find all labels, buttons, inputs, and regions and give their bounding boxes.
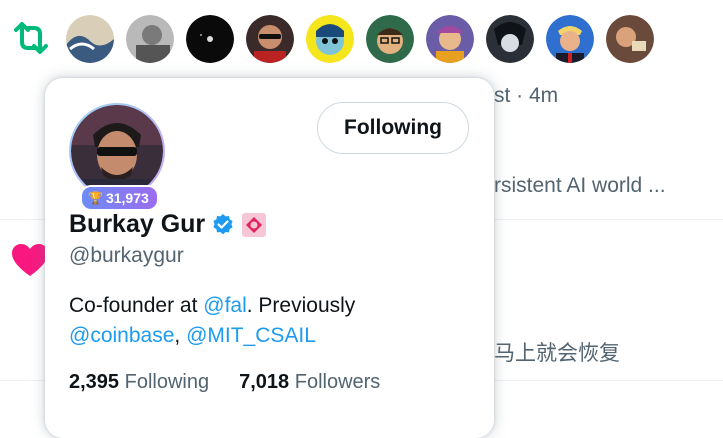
avatar[interactable] [126, 15, 174, 63]
post-text-snippet: rsistent AI world ... [494, 174, 666, 197]
profile-bio: Co-founder at @fal. Previously @coinbase,… [69, 291, 469, 351]
avatar[interactable] [186, 15, 234, 63]
post-timestamp: st · 4m [494, 84, 559, 107]
mention-link[interactable]: @coinbase [69, 324, 174, 347]
verified-badge-icon [213, 213, 233, 234]
following-count: 2,395 [69, 371, 120, 393]
avatar[interactable] [246, 15, 294, 63]
profile-photo [71, 105, 163, 197]
avatar[interactable] [546, 15, 594, 63]
username[interactable]: @burkaygur [69, 244, 184, 268]
reposter-avatars [66, 15, 654, 63]
followers-stat[interactable]: 7,018 Followers [239, 371, 380, 394]
bio-text: . Previously [246, 294, 356, 317]
heart-icon[interactable] [12, 244, 48, 278]
mention-link[interactable]: @MIT_CSAIL [186, 324, 316, 347]
score-badge: 🏆 31,973 [80, 185, 159, 211]
profile-hover-card: 🏆 31,973 Following Burkay Gur @burkaygur… [45, 78, 494, 438]
avatar[interactable] [306, 15, 354, 63]
retweet-icon [14, 22, 48, 54]
following-stat[interactable]: 2,395 Following [69, 371, 209, 394]
badge-count: 31,973 [105, 190, 149, 206]
following-button[interactable]: Following [317, 102, 469, 154]
mention-link[interactable]: @fal [203, 294, 247, 317]
avatar[interactable] [66, 15, 114, 63]
followers-count: 7,018 [239, 371, 290, 393]
post-text-snippet: 马上就会恢复 [494, 342, 620, 365]
name-row: Burkay Gur [69, 210, 267, 239]
bio-text: Co-founder at [69, 294, 204, 317]
affiliate-logo-icon[interactable] [241, 212, 267, 238]
following-label: Following [124, 371, 210, 393]
avatar[interactable] [486, 15, 534, 63]
display-name[interactable]: Burkay Gur [69, 210, 205, 239]
avatar[interactable] [606, 15, 654, 63]
follow-stats: 2,395 Following 7,018 Followers [69, 371, 380, 394]
followers-label: Followers [294, 371, 381, 393]
avatar[interactable] [426, 15, 474, 63]
bio-text: , [174, 324, 187, 347]
trophy-icon: 🏆 [88, 191, 103, 205]
avatar[interactable] [366, 15, 414, 63]
